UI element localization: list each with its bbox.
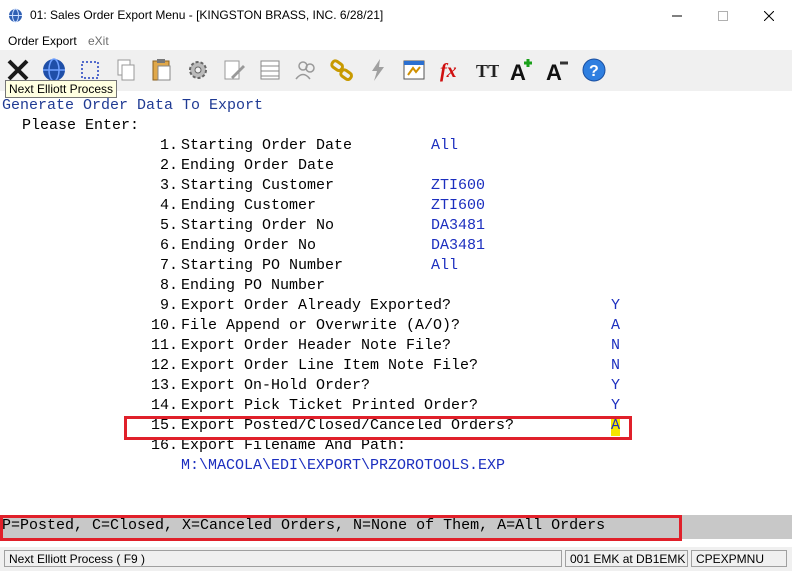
field-number: 5. xyxy=(151,217,179,234)
lightning-icon xyxy=(372,59,384,81)
field-value[interactable]: DA3481 xyxy=(431,216,485,236)
users-button[interactable] xyxy=(290,54,322,86)
field-label: Export On-Hold Order? xyxy=(181,377,371,394)
status-company: 001 EMK at DB1EMK xyxy=(565,550,688,567)
form-heading: Generate Order Data To Export xyxy=(2,97,264,114)
field-number: 6. xyxy=(151,237,179,254)
font-decrease-button[interactable]: A xyxy=(542,54,574,86)
field-label: Starting Order Date xyxy=(181,137,353,154)
menu-exit[interactable]: eXit xyxy=(88,34,109,48)
maximize-button[interactable] xyxy=(700,0,746,31)
field-label: Ending Order No xyxy=(181,237,317,254)
field-label: Ending Order Date xyxy=(181,157,335,174)
grid-icon xyxy=(260,60,280,80)
field-number: 7. xyxy=(151,257,179,274)
field-value[interactable]: ZTI600 xyxy=(431,196,485,216)
text-size-icon: TT xyxy=(476,61,499,81)
toolbar: fx TT A A ? xyxy=(0,50,792,91)
settings-gear-icon xyxy=(189,61,207,79)
close-button[interactable] xyxy=(746,0,792,31)
field-value[interactable]: Y xyxy=(611,296,620,316)
field-number: 14. xyxy=(151,397,179,414)
edit-doc-icon xyxy=(224,60,245,80)
settings-button[interactable] xyxy=(182,54,214,86)
field-number: 2. xyxy=(151,157,179,174)
lightning-button[interactable] xyxy=(362,54,394,86)
font-increase-button[interactable]: A xyxy=(506,54,538,86)
field-number: 10. xyxy=(151,317,179,334)
field-number: 4. xyxy=(151,197,179,214)
text-size-label: TT xyxy=(476,61,499,81)
paste-button[interactable] xyxy=(146,54,178,86)
field-value[interactable]: N xyxy=(611,336,620,356)
field-value[interactable]: All xyxy=(431,136,458,156)
field-number: 11. xyxy=(151,337,179,354)
form-area: Generate Order Data To Export Please Ent… xyxy=(0,91,792,515)
title-bar: 01: Sales Order Export Menu - [KINGSTON … xyxy=(0,0,792,31)
field-value[interactable]: DA3481 xyxy=(431,236,485,256)
function-label: fx xyxy=(440,60,457,82)
field-value[interactable]: All xyxy=(431,256,458,276)
tooltip: Next Elliott Process xyxy=(5,80,118,98)
field-value[interactable]: Y xyxy=(611,396,620,416)
link-button[interactable] xyxy=(326,54,358,86)
close-icon xyxy=(764,10,774,21)
app-globe-icon xyxy=(9,8,22,23)
field-label: File Append or Overwrite (A/O)? xyxy=(181,317,461,334)
text-size-button[interactable]: TT xyxy=(470,54,502,86)
export-path-value[interactable]: M:\MACOLA\EDI\EXPORT\PRZOROTOOLS.EXP xyxy=(181,456,505,476)
font-increase-icon: A xyxy=(510,59,532,84)
edit-doc-button[interactable] xyxy=(218,54,250,86)
field-value[interactable]: Y xyxy=(611,376,620,396)
window-title: 01: Sales Order Export Menu - [KINGSTON … xyxy=(30,8,384,22)
field-label: Ending PO Number xyxy=(181,277,326,294)
maximize-icon xyxy=(718,10,728,21)
field-label: Ending Customer xyxy=(181,197,317,214)
minimize-icon xyxy=(672,15,682,16)
field-label: Starting PO Number xyxy=(181,257,344,274)
field-number: 13. xyxy=(151,377,179,394)
help-icon: ? xyxy=(582,58,606,82)
field-value[interactable]: N xyxy=(611,356,620,376)
field-number: 9. xyxy=(151,297,179,314)
users-icon xyxy=(295,61,315,80)
function-icon: fx xyxy=(440,60,457,82)
spreadsheet-icon xyxy=(403,60,425,80)
menu-order-export[interactable]: Order Export xyxy=(8,34,77,48)
font-decrease-icon: A xyxy=(546,60,568,84)
font-increase-label: A xyxy=(510,60,526,84)
field-number: 1. xyxy=(151,137,179,154)
font-decrease-label: A xyxy=(546,60,562,84)
field-number: 8. xyxy=(151,277,179,294)
help-highlight-box xyxy=(0,515,682,541)
menu-bar: Order Export eXit xyxy=(0,31,792,50)
field-label: Export Order Already Exported? xyxy=(181,297,452,314)
field-label: Export Pick Ticket Printed Order? xyxy=(181,397,479,414)
help-button[interactable]: ? xyxy=(578,54,610,86)
status-program: CPEXPMNU xyxy=(691,550,787,567)
chain-link-icon xyxy=(330,59,353,82)
field-number: 3. xyxy=(151,177,179,194)
minimize-button[interactable] xyxy=(654,0,700,31)
help-label: ? xyxy=(589,63,599,80)
paste-icon xyxy=(152,59,171,81)
form-prompt: Please Enter: xyxy=(22,117,140,134)
field-value[interactable]: A xyxy=(611,316,620,336)
status-bar: Next Elliott Process ( F9 ) 001 EMK at D… xyxy=(0,547,792,571)
status-next-process: Next Elliott Process ( F9 ) xyxy=(4,550,562,567)
field-label: Starting Customer xyxy=(181,177,335,194)
field-label: Export Order Header Note File? xyxy=(181,337,452,354)
function-button[interactable]: fx xyxy=(434,54,466,86)
highlight-box xyxy=(124,416,632,440)
field-label: Export Order Line Item Note File? xyxy=(181,357,479,374)
spreadsheet-button[interactable] xyxy=(398,54,430,86)
field-label: Starting Order No xyxy=(181,217,335,234)
field-value[interactable]: ZTI600 xyxy=(431,176,485,196)
grid-button[interactable] xyxy=(254,54,286,86)
field-number: 12. xyxy=(151,357,179,374)
